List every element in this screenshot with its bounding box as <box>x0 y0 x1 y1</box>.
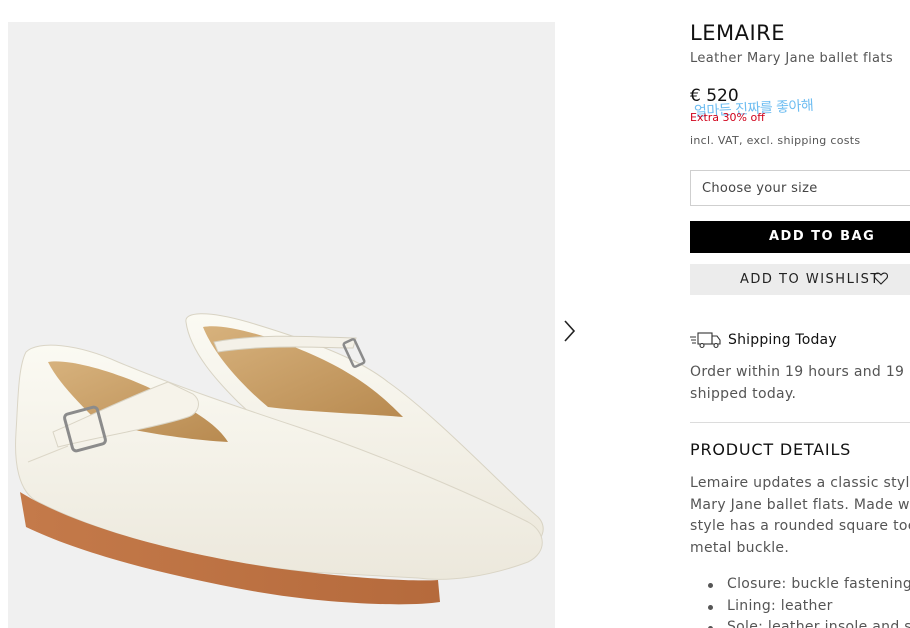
vat-note: incl. VAT, excl. shipping costs <box>690 134 861 147</box>
list-item: Lining: leather <box>708 596 910 618</box>
shoe-photo <box>15 313 544 605</box>
list-item: Closure: buckle fastening <box>708 574 910 596</box>
product-title: Leather Mary Jane ballet flats <box>690 51 894 66</box>
shipping-line: Order within 19 hours and 19 min <box>690 364 910 380</box>
product-details-list: Closure: buckle fastening Lining: leathe… <box>708 574 910 628</box>
add-to-wishlist-label: ADD TO WISHLIST <box>740 272 880 287</box>
shipping-description: Order within 19 hours and 19 min shipped… <box>690 361 910 405</box>
product-info-panel: LEMAIRE Leather Mary Jane ballet flats €… <box>690 0 910 628</box>
product-details-description: Lemaire updates a classic style wit Mary… <box>690 473 910 559</box>
divider <box>690 422 910 423</box>
shipping-line: shipped today. <box>690 386 797 402</box>
next-image-button[interactable] <box>560 318 580 344</box>
details-line: metal buckle. <box>690 539 790 556</box>
add-to-wishlist-button[interactable]: ADD TO WISHLIST <box>690 264 910 295</box>
add-to-bag-label: ADD TO BAG <box>769 229 876 244</box>
brand-name[interactable]: LEMAIRE <box>690 21 785 45</box>
product-image[interactable] <box>8 22 555 628</box>
discount-label: Extra 30% off <box>690 111 765 124</box>
size-select[interactable]: Choose your size <box>690 170 910 206</box>
heart-icon <box>874 272 888 285</box>
details-line: style has a rounded square toe an <box>690 518 910 534</box>
delivery-truck-icon <box>690 332 721 349</box>
shipping-title: Shipping Today <box>728 332 837 348</box>
details-line: Mary Jane ballet flats. Made with <box>690 496 910 513</box>
product-details-heading[interactable]: PRODUCT DETAILS <box>690 440 851 459</box>
details-line: Lemaire updates a classic style wit <box>690 475 910 491</box>
list-item: Sole: leather insole and sole <box>708 617 910 628</box>
add-to-bag-button[interactable]: ADD TO BAG <box>690 221 910 253</box>
size-select-label: Choose your size <box>702 181 818 196</box>
chevron-right-icon <box>564 320 576 342</box>
